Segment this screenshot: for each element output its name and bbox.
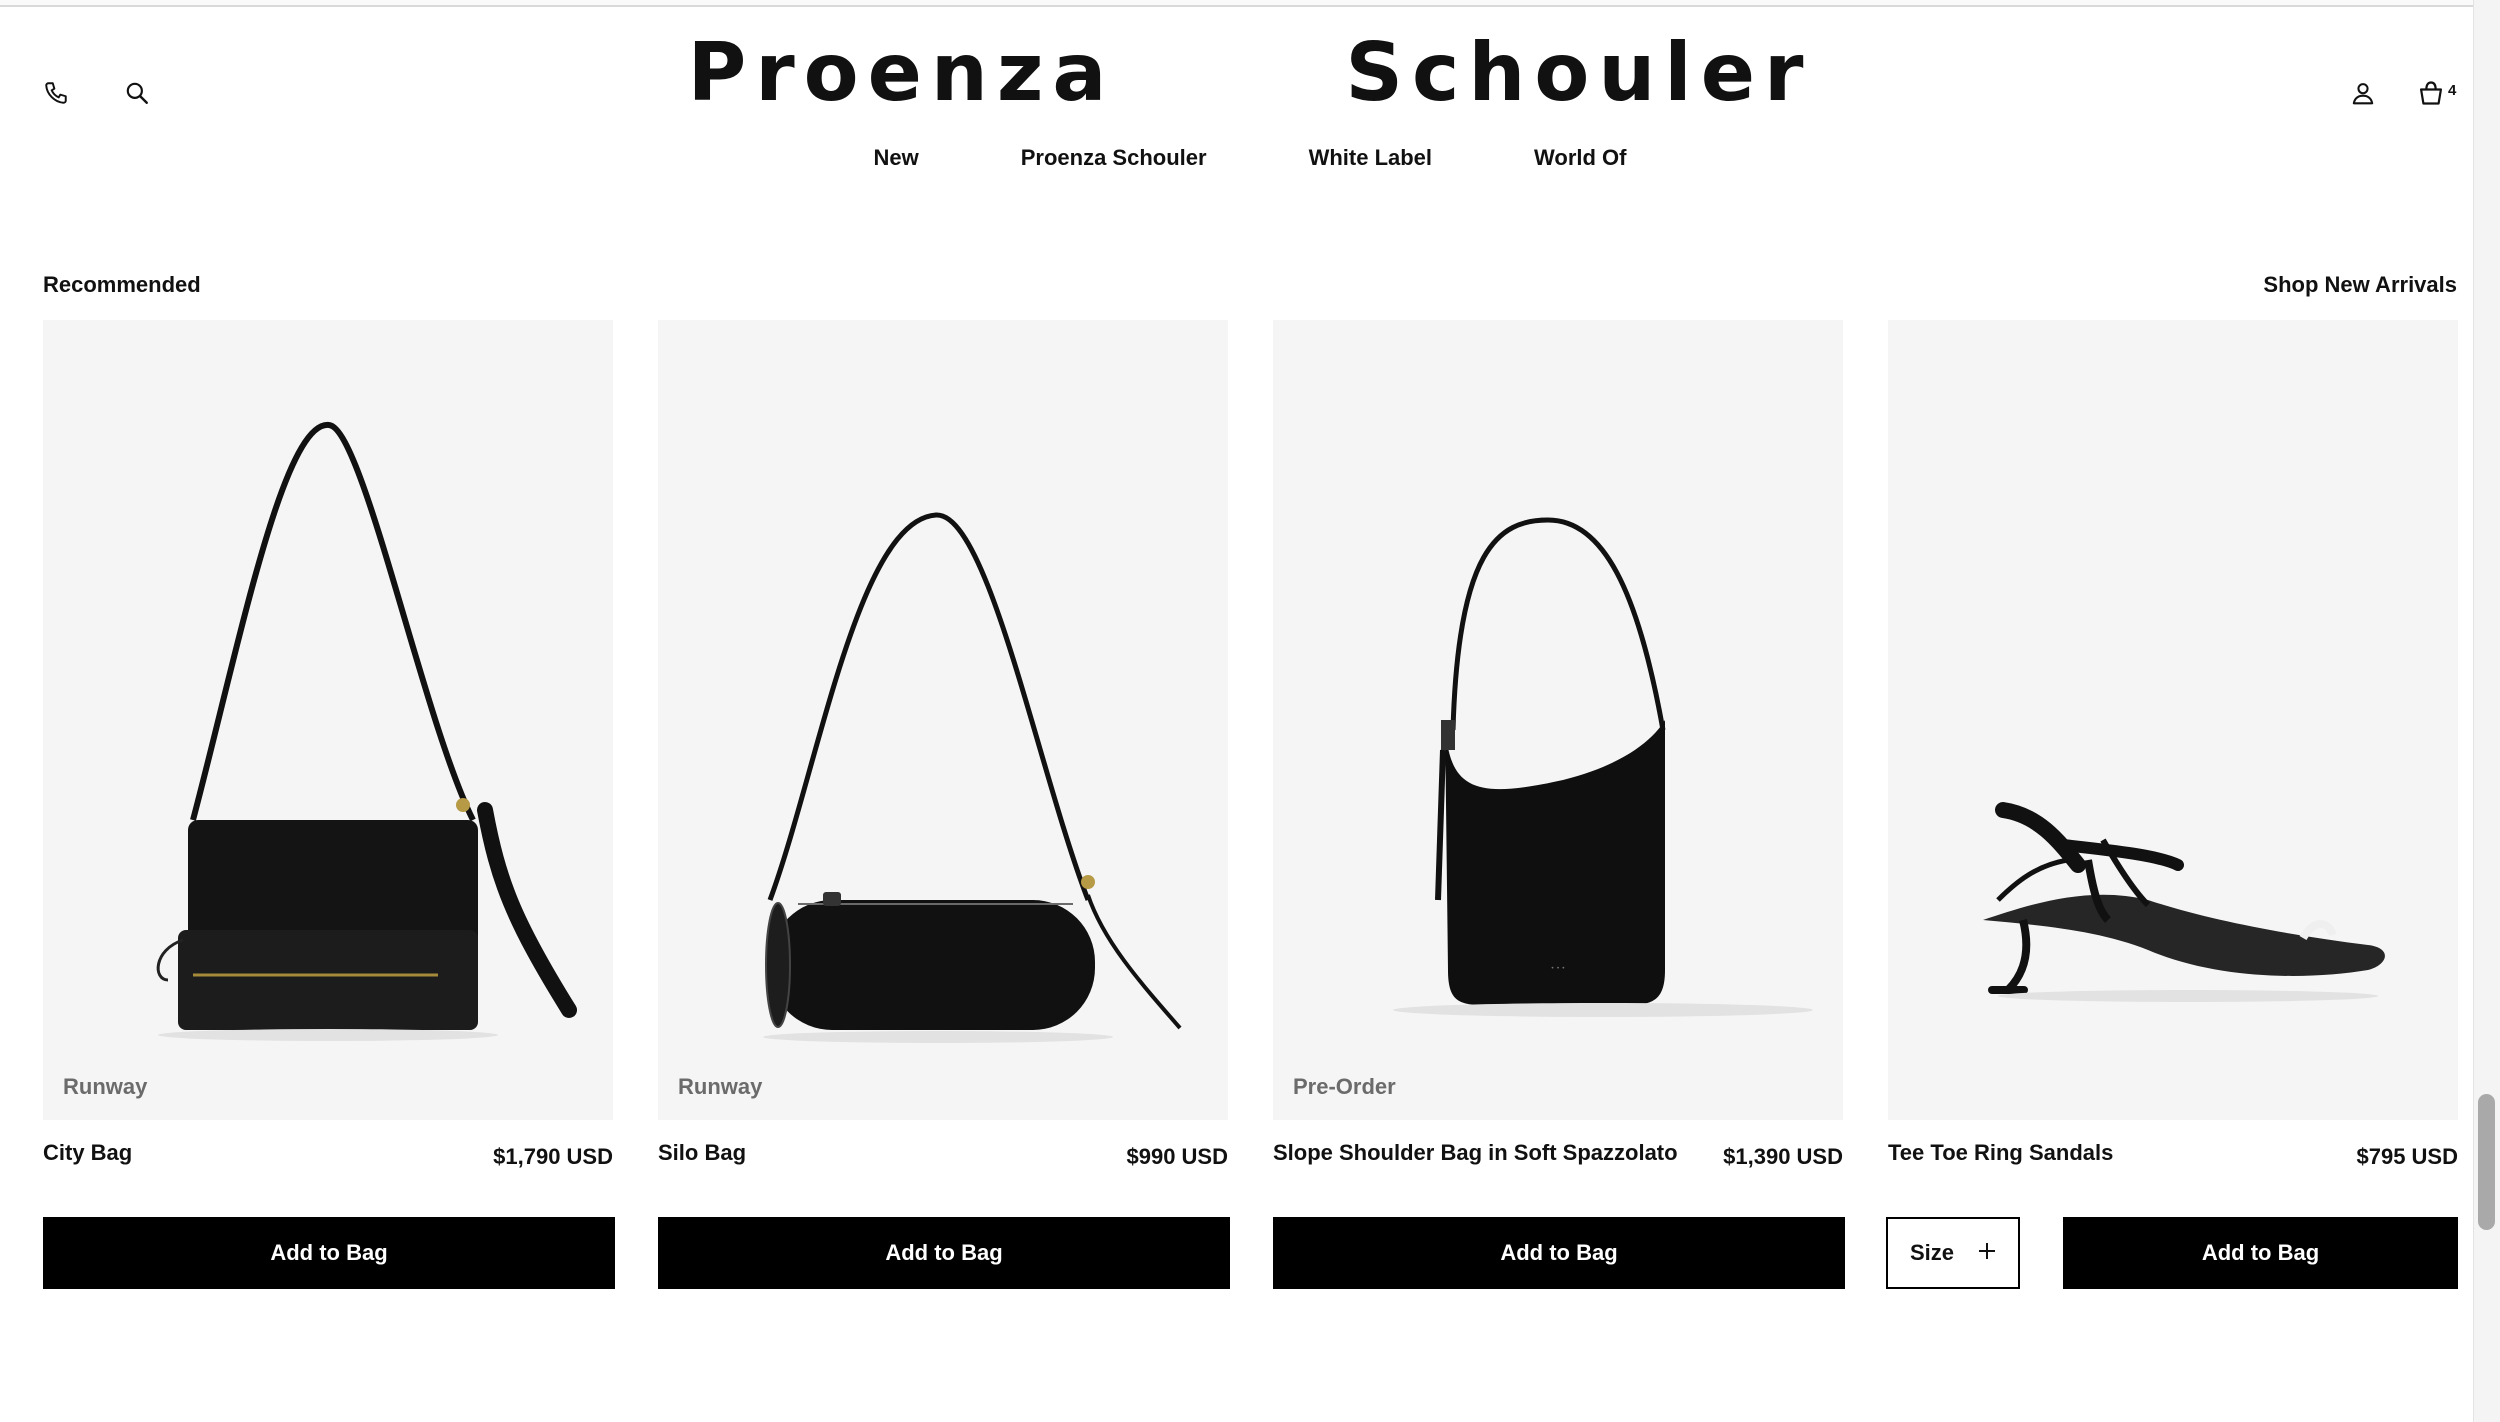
product-name[interactable]: Slope Shoulder Bag in Soft Spazzolato <box>1273 1140 1678 1166</box>
product-card[interactable]: Tee Toe Ring Sandals $795 USD <box>1888 320 2458 1180</box>
shopping-bag-icon[interactable] <box>2414 76 2448 110</box>
plus-icon <box>1978 1240 1996 1266</box>
add-to-bag-button[interactable]: Add to Bag <box>43 1217 615 1289</box>
product-price: $795 USD <box>2356 1144 2458 1169</box>
brand-logo[interactable]: Proenza Schouler <box>0 26 2500 119</box>
product-badge: Runway <box>63 1074 148 1099</box>
product-name[interactable]: Tee Toe Ring Sandals <box>1888 1140 2113 1166</box>
product-name[interactable]: City Bag <box>43 1140 132 1166</box>
nav-item-white-label[interactable]: White Label <box>1309 145 1432 171</box>
product-image[interactable]: Runway <box>43 320 613 1120</box>
product-price: $1,790 USD <box>493 1144 613 1169</box>
sandal-illustration <box>1983 802 2385 1002</box>
product-price: $1,390 USD <box>1723 1144 1843 1169</box>
size-label: Size <box>1910 1240 1955 1265</box>
account-icon[interactable] <box>2346 76 2380 110</box>
main-nav: New Proenza Schouler White Label World O… <box>0 145 2500 171</box>
svg-text:• • •: • • • <box>1551 965 1565 972</box>
product-card[interactable]: • • • Pre-Order Slope Shoulder Bag in So… <box>1273 320 1843 1180</box>
size-selector-button[interactable]: Size <box>1886 1217 2020 1289</box>
city-bag-illustration <box>156 422 577 1041</box>
silo-bag-illustration <box>763 512 1182 1043</box>
product-image[interactable] <box>1888 320 2458 1120</box>
shop-new-arrivals-link[interactable]: Shop New Arrivals <box>2263 272 2457 298</box>
browser-top-edge <box>0 0 2500 7</box>
product-badge: Pre-Order <box>1293 1074 1396 1099</box>
add-to-bag-button[interactable]: Add to Bag <box>2063 1217 2458 1289</box>
nav-item-new[interactable]: New <box>873 145 918 171</box>
product-name[interactable]: Silo Bag <box>658 1140 746 1166</box>
product-price: $990 USD <box>1126 1144 1228 1169</box>
product-image[interactable]: Runway <box>658 320 1228 1120</box>
slope-bag-illustration: • • • <box>1393 517 1813 1017</box>
add-to-bag-button[interactable]: Add to Bag <box>1273 1217 1845 1289</box>
nav-item-world-of[interactable]: World Of <box>1534 145 1626 171</box>
product-card[interactable]: Runway City Bag $1,790 USD <box>43 320 613 1180</box>
product-card[interactable]: Runway Silo Bag $990 USD <box>658 320 1228 1180</box>
logo-word-2: Schouler <box>1345 26 1813 119</box>
product-image[interactable]: • • • Pre-Order <box>1273 320 1843 1120</box>
cart-count-badge: 4 <box>2448 82 2457 99</box>
section-title: Recommended <box>43 272 201 297</box>
logo-word-1: Proenza <box>687 26 1116 119</box>
add-to-bag-button[interactable]: Add to Bag <box>658 1217 1230 1289</box>
product-badge: Runway <box>678 1074 763 1099</box>
scrollbar-thumb[interactable] <box>2478 1094 2495 1230</box>
nav-item-proenza-schouler[interactable]: Proenza Schouler <box>1021 145 1207 171</box>
